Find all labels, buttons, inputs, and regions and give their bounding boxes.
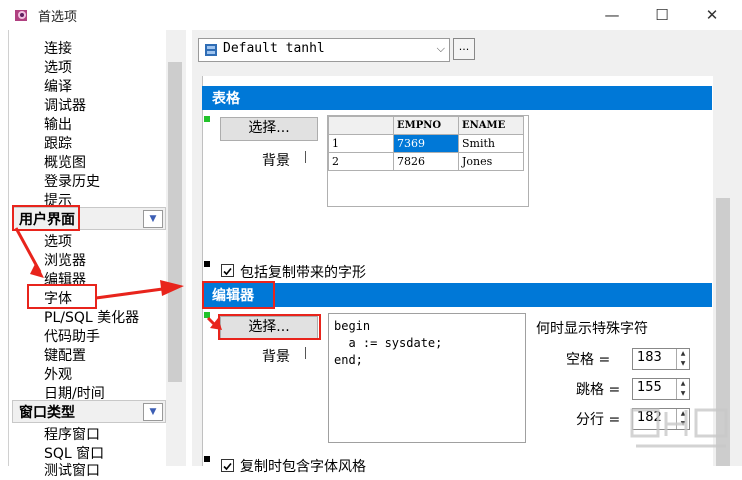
annotation-arrows xyxy=(14,227,222,330)
site-watermark-logo xyxy=(630,408,728,448)
